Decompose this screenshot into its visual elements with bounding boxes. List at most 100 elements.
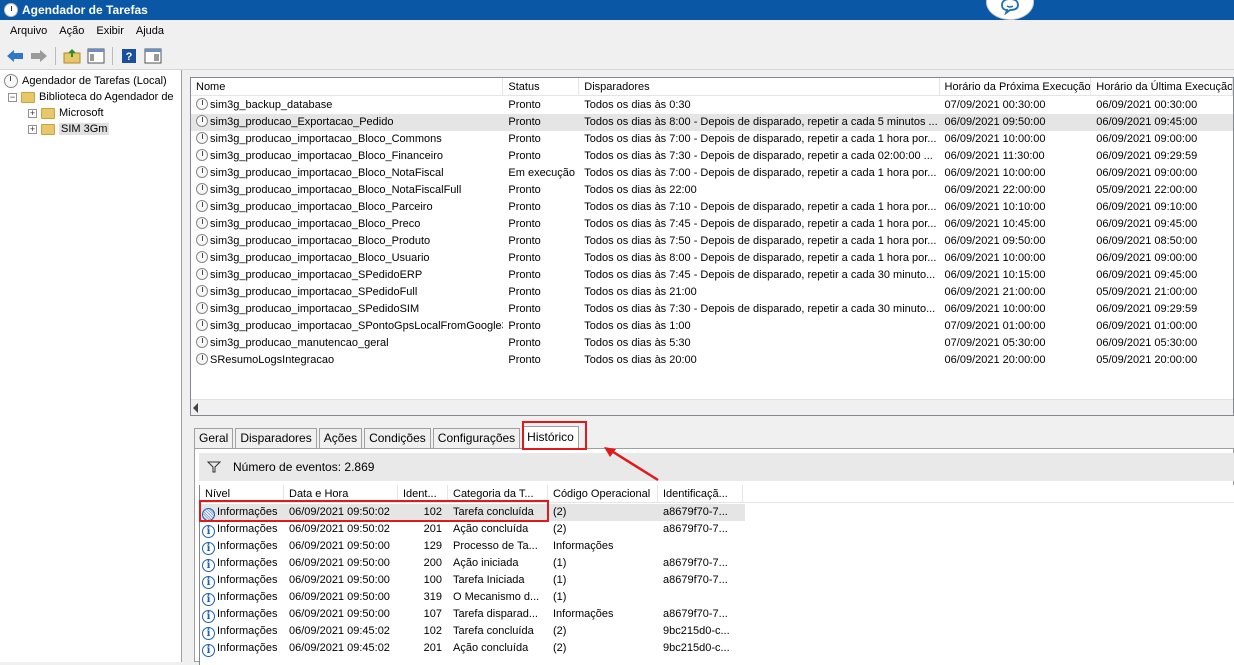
task-row[interactable]: sim3g_producao_importacao_Bloco_Parceiro… xyxy=(191,199,1233,216)
window-title: Agendador de Tarefas xyxy=(22,3,148,17)
event-level-label: Informações xyxy=(217,591,278,603)
task-clock-icon xyxy=(196,251,208,263)
task-row[interactable]: sim3g_producao_importacao_SPedidoFull Pro… xyxy=(191,284,1233,301)
show-hide-tree-button[interactable] xyxy=(85,45,107,67)
scroll-left-icon[interactable] xyxy=(193,403,198,413)
task-row[interactable]: SResumoLogsIntegracao Pronto Todos os dias… xyxy=(191,352,1233,369)
task-triggers: Todos os dias às 20:00 xyxy=(584,354,697,366)
task-next-run: 06/09/2021 22:00:00 xyxy=(944,184,1046,196)
task-last-run: 06/09/2021 00:30:00 xyxy=(1096,99,1198,111)
events-header: Número de eventos: 2.869 xyxy=(199,453,1234,481)
history-row[interactable]: iInformações 06/09/2021 09:50:02 102 Tarefa… xyxy=(200,504,745,521)
task-row[interactable]: sim3g_producao_importacao_Bloco_Usuario P… xyxy=(191,250,1233,267)
horizontal-scrollbar[interactable] xyxy=(191,399,1233,415)
column-header-nome[interactable]: Nome xyxy=(191,78,504,96)
task-name: sim3g_producao_importacao_Bloco_Produto xyxy=(191,233,503,250)
task-row[interactable]: sim3g_producao_manutencao_geral Pronto Tod… xyxy=(191,335,1233,352)
column-header-ultima-execucao[interactable]: Horário da Última Execução xyxy=(1091,78,1233,96)
task-row[interactable]: sim3g_backup_database Pronto Todos os dias… xyxy=(191,97,1233,114)
event-level-label: Informações xyxy=(217,540,278,552)
help-button[interactable]: ? xyxy=(118,45,140,67)
info-icon: i xyxy=(202,508,215,521)
task-row[interactable]: sim3g_producao_importacao_Bloco_Preco Pro… xyxy=(191,216,1233,233)
column-header-proxima-execucao[interactable]: Horário da Próxima Execução xyxy=(940,78,1092,96)
expand-icon[interactable]: + xyxy=(28,124,37,134)
task-row[interactable]: sim3g_producao_importacao_Bloco_Commons P… xyxy=(191,131,1233,148)
task-clock-icon xyxy=(196,132,208,144)
help-icon: ? xyxy=(122,48,136,63)
task-last-run: 06/09/2021 01:00:00 xyxy=(1096,320,1198,332)
task-last-run: 06/09/2021 09:45:00 xyxy=(1096,116,1198,128)
column-header-identificacao-correlacao[interactable]: Identificaçã... xyxy=(658,485,743,503)
tab-disparadores[interactable]: Disparadores xyxy=(235,428,317,448)
tab-acoes[interactable]: Ações xyxy=(318,428,363,448)
tab-geral[interactable]: Geral xyxy=(194,428,234,448)
info-icon: i xyxy=(202,576,215,589)
history-row[interactable]: i Informações 06/09/2021 09:45:02 201 Ação c… xyxy=(200,640,745,657)
column-header-categoria[interactable]: Categoria da T... xyxy=(448,485,548,503)
task-row[interactable]: sim3g_producao_importacao_SPontoGpsLocal… xyxy=(191,318,1233,335)
event-level: iInformações xyxy=(200,555,284,572)
task-row[interactable]: sim3g_producao_importacao_SPedidoERP Pron… xyxy=(191,267,1233,284)
tree-item-microsoft[interactable]: + Microsoft xyxy=(28,105,104,121)
history-row[interactable]: i Informações 06/09/2021 09:50:00 100 Tarefa… xyxy=(200,572,745,589)
task-name-label: sim3g_producao_importacao_Bloco_Usuario xyxy=(210,252,430,264)
event-datetime: 06/09/2021 09:50:02 xyxy=(289,523,390,535)
event-level: iInformações xyxy=(200,589,284,606)
menu-arquivo[interactable]: Arquivo xyxy=(4,25,53,37)
tab-configuracoes[interactable]: Configurações xyxy=(432,428,521,448)
column-header-codigo-operacional[interactable]: Código Operacional xyxy=(548,485,658,503)
tree-microsoft-label: Microsoft xyxy=(59,107,104,119)
expand-icon[interactable]: + xyxy=(28,108,37,118)
column-header-data-hora[interactable]: Data e Hora xyxy=(284,485,398,503)
pane-splitter[interactable] xyxy=(182,70,190,662)
task-row[interactable]: sim3g_producao_importacao_Bloco_NotaFisc… xyxy=(191,165,1233,182)
event-correlation-id: a8679f70-7... xyxy=(663,557,728,569)
history-row[interactable]: i Informações 06/09/2021 09:50:00 200 Ação i… xyxy=(200,555,745,572)
task-clock-icon xyxy=(196,200,208,212)
history-row[interactable]: i Informações 06/09/2021 09:50:00 319 O Meca… xyxy=(200,589,745,606)
event-level: iInformações xyxy=(200,640,284,657)
up-folder-button[interactable] xyxy=(61,45,83,67)
history-row[interactable]: i Informações 06/09/2021 09:50:00 107 Tarefa… xyxy=(200,606,745,623)
task-next-run: 06/09/2021 10:15:00 xyxy=(944,269,1046,281)
collapse-icon[interactable]: − xyxy=(8,92,17,102)
history-row[interactable]: i Informações 06/09/2021 09:50:00 129 Proces… xyxy=(200,538,745,555)
task-row[interactable]: sim3g_producao_importacao_Bloco_NotaFisc… xyxy=(191,182,1233,199)
menu-acao[interactable]: Ação xyxy=(53,25,90,37)
column-header-nivel[interactable]: Nível xyxy=(200,485,284,503)
filter-icon[interactable] xyxy=(207,461,221,473)
event-datetime: 06/09/2021 09:50:00 xyxy=(289,557,390,569)
task-last-run: 06/09/2021 09:29:59 xyxy=(1096,303,1198,315)
event-datetime: 06/09/2021 09:50:00 xyxy=(289,608,390,620)
task-name-label: sim3g_producao_importacao_Bloco_NotaFisc… xyxy=(210,167,444,179)
task-row[interactable]: sim3g_producao_Exportacao_Pedido Pronto To… xyxy=(191,114,1233,131)
console-tree: Agendador de Tarefas (Local) − Bibliotec… xyxy=(0,70,182,662)
tab-condicoes[interactable]: Condições xyxy=(364,428,431,448)
show-action-pane-button[interactable] xyxy=(142,45,164,67)
tree-item-root[interactable]: Agendador de Tarefas (Local) xyxy=(4,73,167,89)
task-name-label: SResumoLogsIntegracao xyxy=(210,354,335,366)
task-status: Pronto xyxy=(508,320,541,332)
tree-item-sim3gm[interactable]: + SIM 3Gm xyxy=(28,121,110,137)
task-row[interactable]: sim3g_producao_importacao_SPedidoSIM Pron… xyxy=(191,301,1233,318)
column-header-identificacao-evento[interactable]: Ident... xyxy=(398,485,448,503)
column-header-status[interactable]: Status xyxy=(503,78,580,96)
tab-historico[interactable]: Histórico xyxy=(522,426,579,448)
back-button[interactable] xyxy=(4,45,26,67)
tree-item-library[interactable]: − Biblioteca do Agendador de xyxy=(8,89,174,105)
task-list: Nome Status Disparadores Horário da Próx… xyxy=(190,77,1234,416)
task-row[interactable]: sim3g_producao_importacao_Bloco_Financei… xyxy=(191,148,1233,165)
forward-button[interactable] xyxy=(28,45,50,67)
menu-exibir[interactable]: Exibir xyxy=(90,25,130,37)
event-id: 201 xyxy=(423,523,442,535)
task-next-run: 06/09/2021 09:50:00 xyxy=(944,235,1046,247)
task-name-label: sim3g_producao_importacao_Bloco_Produto xyxy=(210,235,431,247)
task-row[interactable]: sim3g_producao_importacao_Bloco_Produto P… xyxy=(191,233,1233,250)
folder-icon xyxy=(21,91,35,103)
history-row[interactable]: i Informações 06/09/2021 09:50:02 201 Ação c… xyxy=(200,521,745,538)
column-header-disparadores[interactable]: Disparadores xyxy=(579,78,940,96)
event-opcode: (1) xyxy=(553,557,567,569)
history-row[interactable]: i Informações 06/09/2021 09:45:02 102 Tarefa… xyxy=(200,623,745,640)
menu-ajuda[interactable]: Ajuda xyxy=(130,25,170,37)
